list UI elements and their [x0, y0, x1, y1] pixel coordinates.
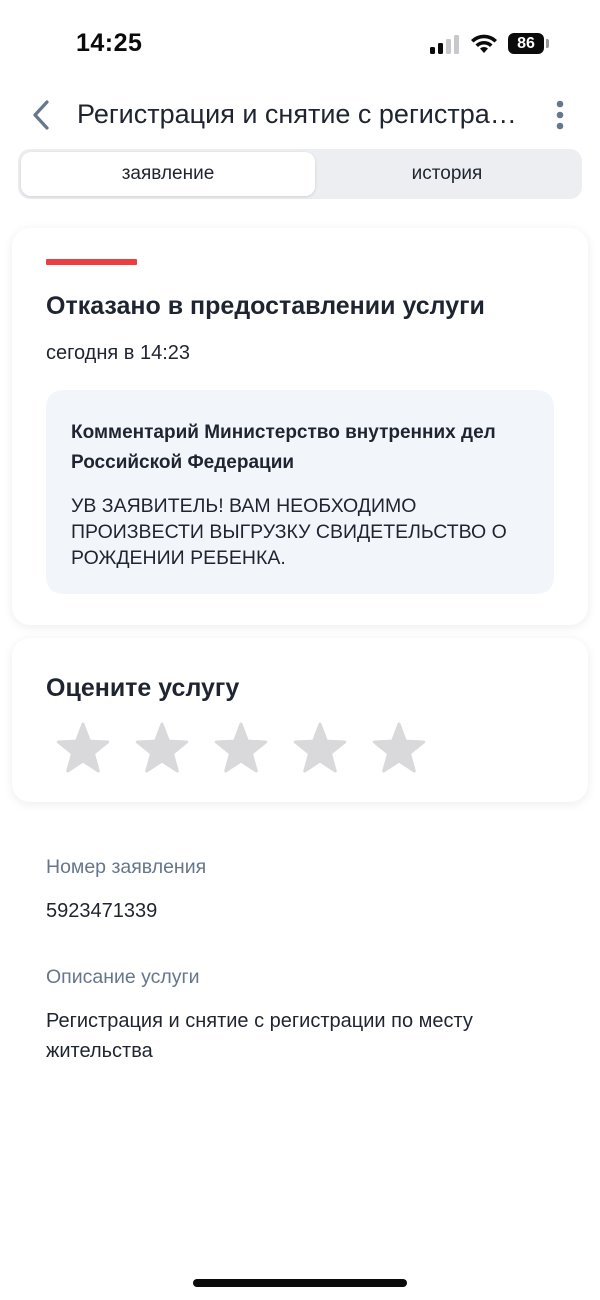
chevron-left-icon[interactable] — [26, 96, 58, 134]
rating-card: Оцените услугу — [12, 638, 588, 802]
status-card: Отказано в предоставлении услуги сегодня… — [12, 228, 588, 625]
star-icon[interactable] — [372, 722, 426, 776]
star-icon[interactable] — [135, 722, 189, 776]
tab-application[interactable]: заявление — [21, 152, 315, 196]
star-icon[interactable] — [56, 722, 110, 776]
battery-icon: 86 — [508, 33, 544, 54]
wifi-icon — [471, 34, 497, 53]
segmented-tabs: заявление история — [18, 149, 582, 199]
comment-body: УВ ЗАЯВИТЕЛЬ! ВАМ НЕОБХОДИМО ПРОИЗВЕСТИ … — [71, 495, 507, 569]
status-timestamp: сегодня в 14:23 — [46, 342, 190, 364]
application-number-value: 5923471339 — [46, 900, 158, 922]
cellular-signal-icon — [430, 34, 462, 54]
more-vertical-icon[interactable] — [546, 98, 574, 132]
rating-title: Оцените услугу — [46, 674, 240, 702]
status-time: 14:25 — [76, 29, 143, 57]
service-description-label: Описание услуги — [46, 966, 200, 988]
status-accent-bar — [46, 259, 137, 265]
star-icon[interactable] — [214, 722, 268, 776]
service-description-value: Регистрация и снятие с регистрации по ме… — [46, 1010, 473, 1062]
home-indicator — [193, 1279, 407, 1287]
comment-heading: Комментарий Министерство внутренних дел … — [71, 422, 496, 473]
tab-history[interactable]: история — [315, 152, 579, 196]
status-title: Отказано в предоставлении услуги — [46, 292, 485, 320]
status-bar: 14:25 86 — [0, 0, 600, 90]
application-number-label: Номер заявления — [46, 856, 207, 878]
battery-tip — [546, 39, 549, 48]
page-title: Регистрация и снятие с регистрации по ме… — [77, 99, 522, 129]
comment-box: Комментарий Министерство внутренних дел … — [46, 390, 554, 594]
star-icon[interactable] — [293, 722, 347, 776]
